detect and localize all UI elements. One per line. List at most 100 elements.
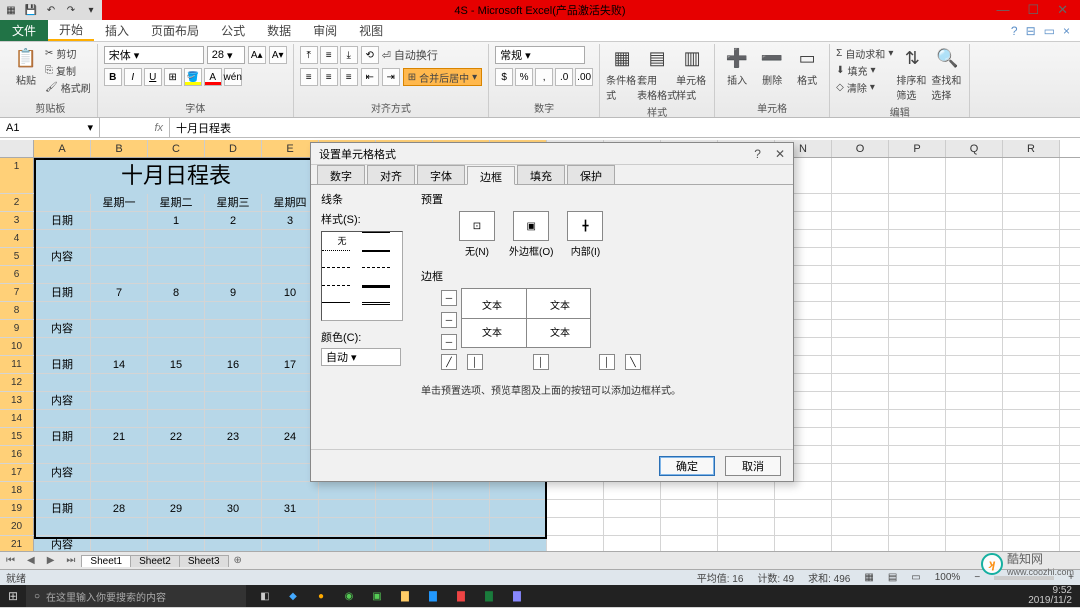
cell[interactable] [832, 482, 889, 499]
cell[interactable]: 星期二 [148, 194, 205, 211]
col-header-P[interactable]: P [889, 140, 946, 157]
row-header[interactable]: 11 [0, 356, 34, 373]
increase-font-icon[interactable]: A▴ [248, 46, 266, 64]
cell[interactable]: 28 [91, 500, 148, 517]
formula-input[interactable]: 十月日程表 [170, 118, 1080, 137]
cell[interactable] [91, 320, 148, 337]
cell[interactable] [148, 302, 205, 319]
dlg-tab-protect[interactable]: 保护 [567, 165, 615, 184]
cell[interactable] [1003, 446, 1060, 463]
cut-button[interactable]: ✂ 剪切 [45, 46, 91, 61]
cell[interactable] [889, 464, 946, 481]
cell[interactable] [946, 230, 1003, 247]
cell[interactable] [1003, 338, 1060, 355]
cell[interactable] [148, 230, 205, 247]
col-header-R[interactable]: R [1003, 140, 1060, 157]
cell[interactable] [1003, 194, 1060, 211]
app-icon-2[interactable]: ● [312, 587, 330, 605]
cell[interactable] [832, 464, 889, 481]
col-header-C[interactable]: C [148, 140, 205, 157]
cell[interactable] [889, 392, 946, 409]
cell[interactable] [490, 500, 547, 517]
sheet-tab-1[interactable]: Sheet1 [81, 555, 131, 567]
tab-layout[interactable]: 页面布局 [140, 20, 210, 41]
cell[interactable] [148, 248, 205, 265]
cell[interactable] [490, 482, 547, 499]
cell[interactable] [1003, 212, 1060, 229]
cell[interactable] [433, 482, 490, 499]
cell[interactable] [148, 482, 205, 499]
cell[interactable] [889, 320, 946, 337]
sort-filter-button[interactable]: ⇅排序和筛选 [896, 46, 928, 102]
cell[interactable] [832, 212, 889, 229]
cell[interactable] [148, 374, 205, 391]
cell[interactable] [376, 500, 433, 517]
cell[interactable] [1003, 266, 1060, 283]
col-header-O[interactable]: O [832, 140, 889, 157]
cell[interactable] [889, 518, 946, 535]
cell[interactable]: 9 [205, 284, 262, 301]
cancel-button[interactable]: 取消 [725, 456, 781, 476]
view-normal-icon[interactable]: ▦ [864, 572, 873, 583]
app-icon-3[interactable]: ◉ [340, 587, 358, 605]
cell[interactable] [889, 428, 946, 445]
cell[interactable] [1003, 500, 1060, 517]
align-mid-icon[interactable]: ≡ [320, 46, 338, 64]
cell[interactable] [775, 482, 832, 499]
cell[interactable] [91, 446, 148, 463]
tab-review[interactable]: 审阅 [302, 20, 348, 41]
cell[interactable] [148, 320, 205, 337]
cell[interactable] [205, 248, 262, 265]
cell[interactable] [1003, 302, 1060, 319]
row-header[interactable]: 4 [0, 230, 34, 247]
cell[interactable] [205, 446, 262, 463]
view-layout-icon[interactable]: ▤ [888, 572, 897, 583]
cell[interactable] [889, 356, 946, 373]
decrease-font-icon[interactable]: A▾ [269, 46, 287, 64]
cell[interactable] [889, 500, 946, 517]
cell[interactable] [718, 500, 775, 517]
fx-icon[interactable]: fx [100, 118, 170, 137]
border-diag1-button[interactable]: ╱ [441, 354, 457, 370]
sheet-nav-first-icon[interactable]: ⏮ [0, 555, 21, 566]
save-icon[interactable]: 💾 [24, 3, 38, 17]
redo-icon[interactable]: ↷ [64, 3, 78, 17]
cell[interactable] [1003, 464, 1060, 481]
app-icon-1[interactable]: ◆ [284, 587, 302, 605]
cell[interactable] [148, 338, 205, 355]
cell[interactable] [547, 482, 604, 499]
color-dropdown[interactable]: 自动 ▾ [321, 348, 401, 366]
cell[interactable] [433, 500, 490, 517]
cell[interactable] [205, 410, 262, 427]
row-header[interactable]: 5 [0, 248, 34, 265]
cell[interactable] [34, 482, 91, 499]
dlg-tab-align[interactable]: 对齐 [367, 165, 415, 184]
dlg-tab-border[interactable]: 边框 [467, 166, 515, 185]
cell[interactable]: 21 [91, 428, 148, 445]
close-icon[interactable]: ✕ [1057, 2, 1068, 18]
cell[interactable] [946, 248, 1003, 265]
cell[interactable]: 29 [148, 500, 205, 517]
align-right-icon[interactable]: ≡ [340, 68, 358, 86]
cell[interactable] [889, 482, 946, 499]
cell[interactable] [1003, 392, 1060, 409]
app-icon-4[interactable]: ▣ [368, 587, 386, 605]
cell[interactable] [34, 338, 91, 355]
cell[interactable] [832, 428, 889, 445]
border-vmid-button[interactable]: │ [533, 354, 549, 370]
cell[interactable] [946, 338, 1003, 355]
cell[interactable] [946, 158, 1003, 194]
cell[interactable] [91, 338, 148, 355]
cell[interactable] [148, 410, 205, 427]
cell[interactable] [148, 518, 205, 535]
app-icon-7[interactable]: ▇ [508, 587, 526, 605]
cell[interactable] [946, 392, 1003, 409]
cell[interactable]: 8 [148, 284, 205, 301]
align-center-icon[interactable]: ≡ [320, 68, 338, 86]
cell[interactable] [946, 374, 1003, 391]
qat-dropdown-icon[interactable]: ▾ [84, 3, 98, 17]
cell[interactable] [205, 266, 262, 283]
cell[interactable] [604, 518, 661, 535]
cell[interactable] [946, 446, 1003, 463]
col-header-B[interactable]: B [91, 140, 148, 157]
